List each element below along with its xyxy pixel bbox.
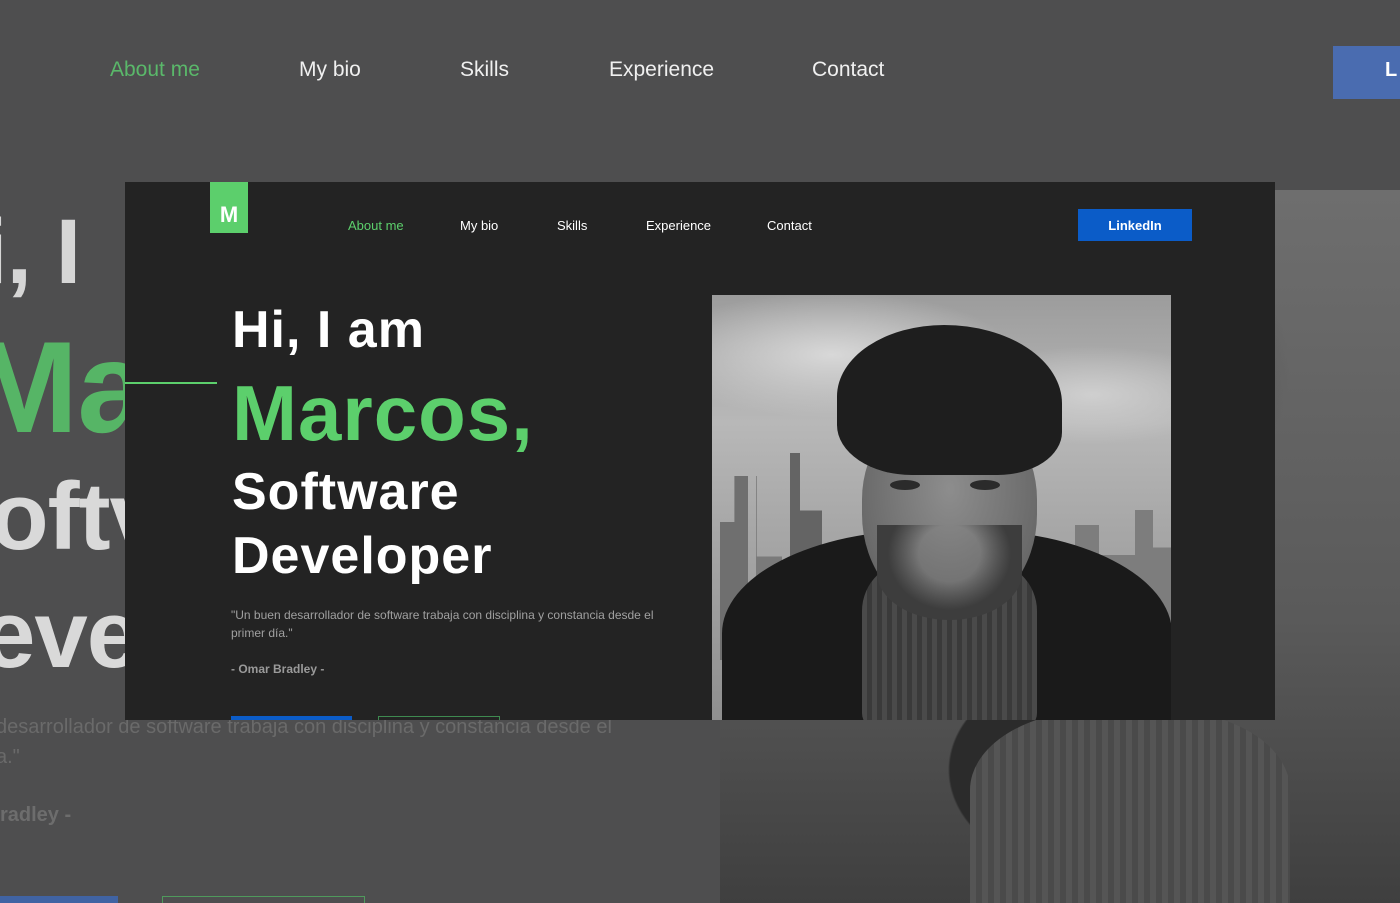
- nav-my-bio[interactable]: My bio: [460, 218, 498, 233]
- nav-experience[interactable]: Experience: [646, 218, 711, 233]
- bg-nav-bio: My bio: [299, 58, 361, 81]
- nav-about-me[interactable]: About me: [348, 218, 404, 233]
- bg-linkedin-button: L: [1333, 46, 1400, 99]
- bg-quote-line2: a.": [0, 746, 20, 768]
- m-logo-icon[interactable]: M: [210, 182, 248, 233]
- secondary-cta-button[interactable]: [378, 716, 500, 720]
- bg-hero-role2: eve: [0, 581, 140, 688]
- bg-outline-button: [162, 896, 365, 903]
- bg-nav-experience: Experience: [609, 58, 715, 81]
- photo-eye-right: [970, 480, 1000, 490]
- bg-nav-skills: Skills: [460, 58, 510, 81]
- bg-nav-contact: Contact: [812, 58, 885, 81]
- linkedin-button[interactable]: LinkedIn: [1078, 209, 1192, 241]
- primary-cta-button[interactable]: [231, 716, 352, 720]
- nav-skills[interactable]: Skills: [557, 218, 587, 233]
- bg-quote: desarrollador de software trabaja con di…: [0, 712, 716, 772]
- hero-greeting: Hi, I am: [232, 301, 425, 359]
- hero-role-line1: Software: [232, 463, 460, 521]
- hero-quote: "Un buen desarrollador de software traba…: [231, 608, 654, 640]
- background-nav: About me My bio Skills Experience Contac…: [0, 58, 1400, 88]
- bg-turtleneck: [970, 710, 1290, 903]
- profile-photo: [712, 295, 1171, 720]
- bg-primary-button: [0, 896, 118, 903]
- photo-eye-left: [890, 480, 920, 490]
- photo-beard: [877, 525, 1022, 620]
- hero-quote-author: - Omar Bradley -: [231, 662, 325, 676]
- hero-name: Marcos,: [232, 369, 534, 457]
- hero-role-line2: Developer: [232, 527, 493, 585]
- portfolio-card: M About me My bio Skills Experience Cont…: [125, 182, 1275, 720]
- nav-contact[interactable]: Contact: [767, 218, 812, 233]
- bg-nav-about: About me: [110, 58, 200, 81]
- hero-accent-rule: [125, 382, 217, 384]
- bg-hero-greeting: i, I: [0, 201, 81, 303]
- bg-author: radley -: [0, 804, 72, 826]
